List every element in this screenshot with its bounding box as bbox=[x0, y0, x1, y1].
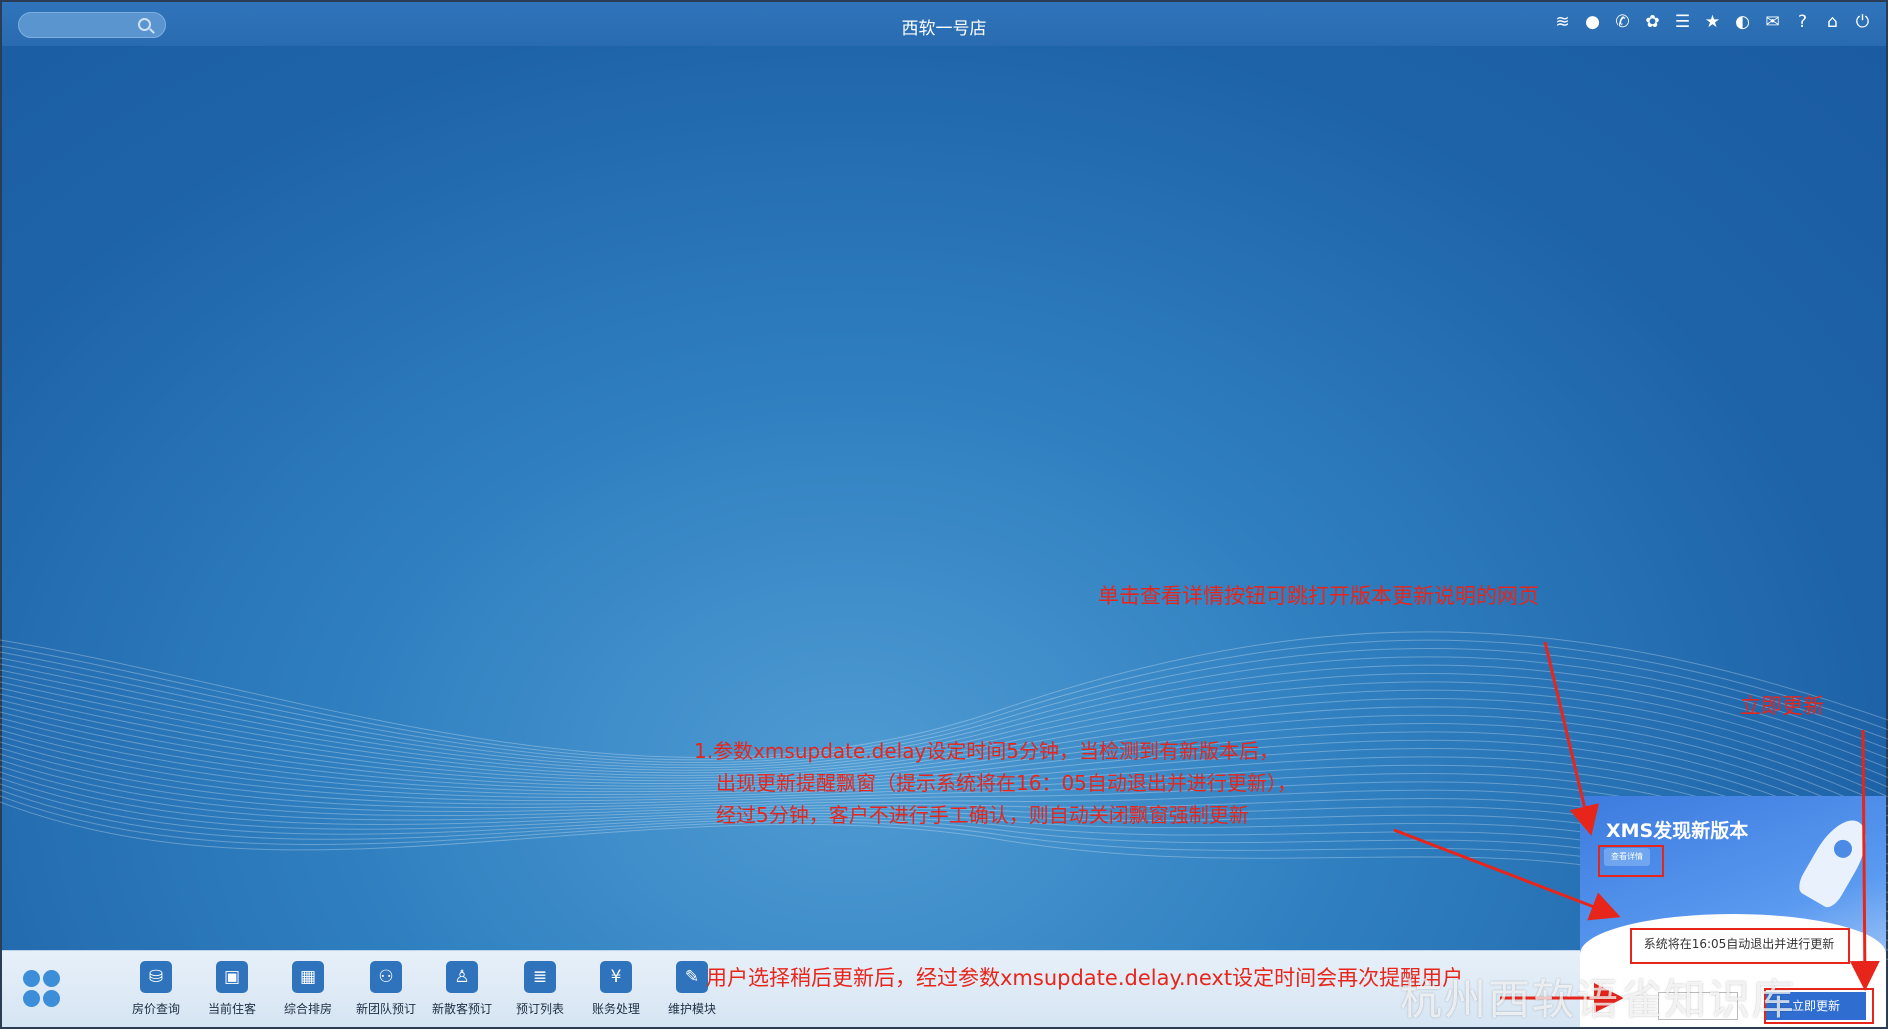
database-icon: ⛁ bbox=[140, 961, 172, 993]
id-card-icon: ▣ bbox=[216, 961, 248, 993]
home-icon[interactable]: ⌂ bbox=[1823, 13, 1842, 32]
menu-icon[interactable]: ☰ bbox=[1673, 13, 1692, 32]
toolbar-icons: ≋ ● ✆ ✿ ☰ ★ ◐ ✉ ? ⌂ ⏻ bbox=[1553, 13, 1872, 32]
start-menu-button[interactable] bbox=[22, 969, 62, 1009]
money-icon: ¥ bbox=[600, 961, 632, 993]
highlight-message bbox=[1630, 928, 1850, 964]
annotation-param-line3: 经过5分钟，客户不进行手工确认，则自动关闭飘窗强制更新 bbox=[716, 803, 1249, 827]
wifi-icon[interactable]: ≋ bbox=[1553, 13, 1572, 32]
popup-title: XMS发现新版本 bbox=[1606, 820, 1749, 842]
taskbar-item-rate-query[interactable]: ⛁ 房价查询 bbox=[120, 961, 192, 1017]
phone-icon[interactable]: ✆ bbox=[1613, 13, 1632, 32]
list-icon: ≣ bbox=[524, 961, 556, 993]
grid-icon: ▦ bbox=[292, 961, 324, 993]
taskbar-item-current-guests[interactable]: ▣ 当前住客 bbox=[196, 961, 268, 1017]
annotation-later: 用户选择稍后更新后，经过参数xmsupdate.delay.next设定时间会再… bbox=[706, 966, 1464, 990]
taskbar-item-new-group-booking[interactable]: ⚇ 新团队预订 bbox=[350, 961, 422, 1017]
watermark: 杭州西软语雀知识库 bbox=[1400, 975, 1797, 1024]
power-icon[interactable]: ⏻ bbox=[1853, 13, 1872, 32]
title-bar: 西软一号店 ≋ ● ✆ ✿ ☰ ★ ◐ ✉ ? ⌂ ⏻ bbox=[2, 2, 1886, 46]
annotation-details: 单击查看详情按钮可跳打开版本更新说明的网页 bbox=[1098, 584, 1539, 608]
star-icon[interactable]: ★ bbox=[1703, 13, 1722, 32]
taskbar-item-new-individual-booking[interactable]: ♙ 新散客预订 bbox=[426, 961, 498, 1017]
person-icon: ♙ bbox=[446, 961, 478, 993]
wrench-icon: ✎ bbox=[676, 961, 708, 993]
annotation-param-line2: 出现更新提醒飘窗（提示系统将在16：05自动退出并进行更新）， bbox=[716, 771, 1297, 795]
highlight-details bbox=[1598, 845, 1664, 877]
taskbar-item-room-assign[interactable]: ▦ 综合排房 bbox=[272, 961, 344, 1017]
group-icon: ⚇ bbox=[370, 961, 402, 993]
rocket-icon bbox=[1794, 811, 1878, 911]
chat-icon[interactable]: ● bbox=[1583, 13, 1602, 32]
palette-icon[interactable]: ✿ bbox=[1643, 13, 1662, 32]
taskbar-item-booking-list[interactable]: ≣ 预订列表 bbox=[504, 961, 576, 1017]
help-icon[interactable]: ? bbox=[1793, 13, 1812, 32]
taskbar-item-accounting[interactable]: ¥ 账务处理 bbox=[580, 961, 652, 1017]
theme-icon[interactable]: ◐ bbox=[1733, 13, 1752, 32]
annotation-param-line1: 1.参数xmsupdate.delay设定时间5分钟，当检测到有新版本后， bbox=[694, 739, 1280, 763]
mail-icon[interactable]: ✉ bbox=[1763, 13, 1782, 32]
annotation-update-now: 立即更新 bbox=[1740, 694, 1824, 718]
